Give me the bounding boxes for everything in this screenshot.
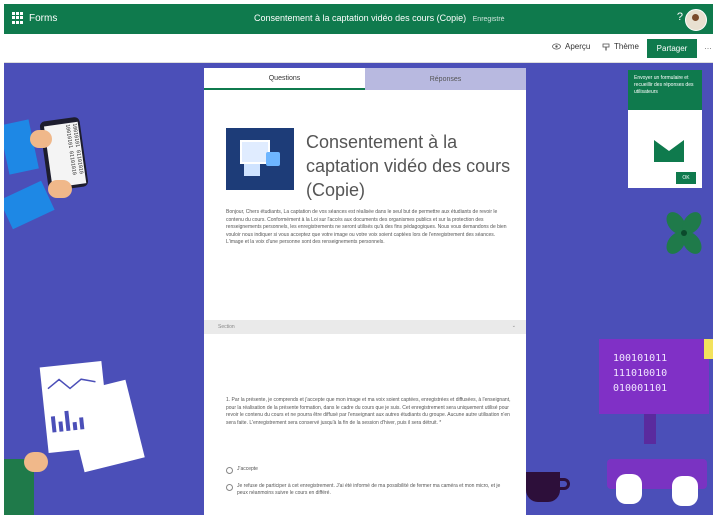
waffle-icon[interactable] — [12, 12, 24, 24]
binary-line-1: 100101011 — [613, 353, 668, 364]
more-options-icon[interactable]: … — [704, 42, 712, 51]
theme-label: Thème — [614, 42, 639, 51]
option-accept-label: J'accepte — [237, 466, 258, 472]
user-avatar[interactable] — [685, 9, 707, 31]
title-bar: Forms Consentement à la captation vidéo … — [4, 4, 713, 34]
option-refuse-label: Je refuse de participer à cet enregistre… — [237, 483, 501, 496]
theme-button[interactable]: Thème — [602, 42, 639, 51]
save-status: Enregistré — [472, 16, 505, 23]
help-icon[interactable]: ? — [677, 11, 683, 23]
form-header-image[interactable] — [226, 128, 294, 190]
forms-window: Forms Consentement à la captation vidéo … — [4, 4, 713, 515]
bottom-left-hand-illustration — [24, 452, 48, 472]
eye-icon — [552, 43, 561, 50]
typing-hand-left — [616, 474, 642, 504]
envelope-icon — [654, 140, 684, 162]
preview-label: Aperçu — [565, 42, 591, 51]
camera-icon — [266, 152, 280, 166]
command-bar: Aperçu Thème Partager … — [4, 34, 713, 63]
document-title: Consentement à la captation vidéo des co… — [254, 13, 505, 23]
form-title[interactable]: Consentement à la captation vidéo des co… — [306, 130, 511, 202]
radio-refuse[interactable] — [226, 484, 233, 491]
binary-line-3: 010001101 — [613, 383, 668, 394]
form-header: Consentement à la captation vidéo des co… — [226, 128, 516, 200]
monitor-binary: 100101011 111010010 010001101 — [613, 351, 703, 396]
share-button[interactable]: Partager — [647, 39, 697, 58]
chevron-down-icon[interactable]: ⌄ — [512, 323, 516, 329]
monitor-stand-illustration — [644, 414, 656, 444]
section-header[interactable]: Section ⌄ — [204, 320, 526, 334]
form-description[interactable]: Bonjour, Chers étudiants, La captation d… — [226, 209, 511, 247]
notification-text: Envoyer un formulaire et recueillir des … — [628, 70, 702, 110]
paint-icon — [602, 43, 610, 50]
radio-accept[interactable] — [226, 467, 233, 474]
document-title-text: Consentement à la captation vidéo des co… — [254, 13, 467, 23]
tab-responses[interactable]: Réponses — [365, 68, 526, 90]
report-paper-front — [39, 360, 111, 454]
question-1-text[interactable]: 1. Par la présente, je comprends et j'ac… — [226, 397, 511, 427]
sticky-note-illustration — [704, 339, 713, 359]
right-hand-illustration — [48, 180, 72, 198]
plant-illustration — [666, 212, 702, 254]
left-hand-illustration — [30, 130, 52, 148]
tablet-code: 10010101 01101010 10010101 01101010 — [43, 121, 87, 188]
monitor-illustration: 100101011 111010010 010001101 — [599, 339, 709, 414]
section-label: Section — [218, 324, 235, 330]
notification-panel: Envoyer un formulaire et recueillir des … — [628, 70, 702, 188]
app-name[interactable]: Forms — [29, 13, 57, 24]
report-chart-icon — [47, 378, 96, 433]
binary-line-2: 111010010 — [613, 368, 668, 379]
notification-ok-button[interactable]: OK — [676, 172, 696, 184]
preview-button[interactable]: Aperçu — [552, 42, 590, 51]
tab-questions[interactable]: Questions — [204, 68, 365, 90]
typing-hand-right — [672, 476, 698, 506]
app-launcher[interactable]: Forms — [12, 12, 57, 24]
option-accept[interactable]: J'accepte — [226, 466, 511, 474]
left-sleeve-illustration — [4, 119, 39, 175]
coffee-cup-illustration — [526, 472, 570, 502]
form-card: Questions Réponses Consentement à la cap… — [204, 68, 526, 515]
computer-icon — [244, 164, 260, 176]
form-tabs: Questions Réponses — [204, 68, 526, 90]
option-refuse[interactable]: Je refuse de participer à cet enregistre… — [226, 483, 511, 497]
